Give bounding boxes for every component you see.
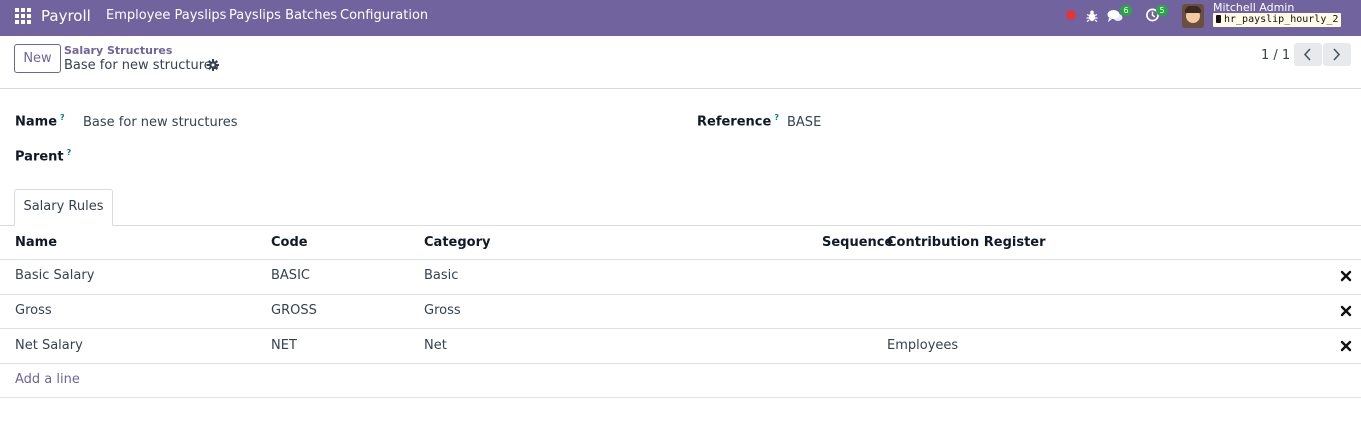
database-name-tag: hr_payslip_hourly_2 [1213, 13, 1342, 27]
table-row[interactable]: Basic Salary BASIC Basic [0, 259, 1361, 294]
recording-indicator-icon[interactable] [1066, 10, 1076, 20]
pager-previous-button[interactable] [1294, 43, 1322, 66]
rule-code-cell: NET [271, 338, 297, 353]
parent-field[interactable] [83, 148, 643, 166]
table-row[interactable]: Net Salary NET Net Employees [0, 329, 1361, 364]
reference-field[interactable]: BASE [787, 115, 821, 130]
parent-field-label: Parent? [15, 148, 71, 164]
tabs-divider [0, 225, 1361, 226]
rule-code-cell: BASIC [271, 268, 310, 283]
menu-employee-payslips[interactable]: Employee Payslips [106, 8, 226, 23]
breadcrumb-current: Base for new structures [64, 58, 219, 73]
table-divider [0, 363, 1361, 364]
column-header-name[interactable]: Name [15, 235, 57, 250]
table-row[interactable]: Gross GROSS Gross [0, 294, 1361, 329]
tab-salary-rules[interactable]: Salary Rules [14, 189, 113, 226]
new-button[interactable]: New [14, 44, 61, 73]
delete-row-icon[interactable] [1340, 340, 1352, 352]
rule-name-cell: Gross [15, 303, 52, 318]
control-panel: New Salary Structures Base for new struc… [0, 36, 1361, 89]
rule-code-cell: GROSS [271, 303, 317, 318]
activity-count-badge: 5 [1156, 5, 1168, 16]
chevron-left-icon [1303, 48, 1311, 61]
app-brand[interactable]: Payroll [41, 7, 91, 25]
rule-name-cell: Basic Salary [15, 268, 95, 283]
rule-category-cell: Basic [424, 268, 459, 283]
rule-category-cell: Net [424, 338, 447, 353]
top-navbar: Payroll Employee Payslips Payslips Batch… [0, 0, 1361, 36]
database-icon [1216, 15, 1221, 23]
chevron-right-icon [1333, 48, 1341, 61]
user-avatar[interactable] [1182, 4, 1204, 28]
delete-row-icon[interactable] [1340, 270, 1352, 282]
column-header-sequence[interactable]: Sequence [822, 235, 893, 250]
menu-payslips-batches[interactable]: Payslips Batches [229, 8, 337, 23]
name-field-label: Name? [15, 113, 65, 129]
database-name: hr_payslip_hourly_2 [1224, 14, 1339, 25]
rule-category-cell: Gross [424, 303, 461, 318]
reference-help-tooltip[interactable]: ? [774, 113, 779, 122]
name-label-text: Name [15, 114, 58, 130]
chat-count-badge: 6 [1120, 5, 1132, 16]
table-divider [0, 397, 1361, 398]
rule-register-cell: Employees [887, 338, 959, 353]
column-header-category[interactable]: Category [424, 235, 490, 250]
name-field[interactable]: Base for new structures [83, 115, 238, 130]
pager-value[interactable]: 1 / 1 [1261, 48, 1290, 63]
menu-configuration[interactable]: Configuration [340, 8, 428, 23]
reference-field-label: Reference? [697, 113, 779, 129]
column-header-code[interactable]: Code [271, 235, 308, 250]
app-menu-grid-icon[interactable] [15, 8, 31, 24]
column-header-contribution-register[interactable]: Contribution Register [887, 235, 1046, 250]
parent-label-text: Parent [15, 149, 64, 165]
debug-bug-icon[interactable] [1086, 9, 1098, 23]
gear-icon[interactable] [207, 59, 219, 71]
parent-help-tooltip[interactable]: ? [67, 148, 72, 157]
name-help-tooltip[interactable]: ? [60, 113, 65, 122]
add-a-line-link[interactable]: Add a line [15, 372, 80, 387]
delete-row-icon[interactable] [1340, 305, 1352, 317]
pager-next-button[interactable] [1323, 43, 1351, 66]
rule-name-cell: Net Salary [15, 338, 83, 353]
reference-label-text: Reference [697, 114, 772, 130]
breadcrumb-parent-link[interactable]: Salary Structures [64, 44, 172, 57]
